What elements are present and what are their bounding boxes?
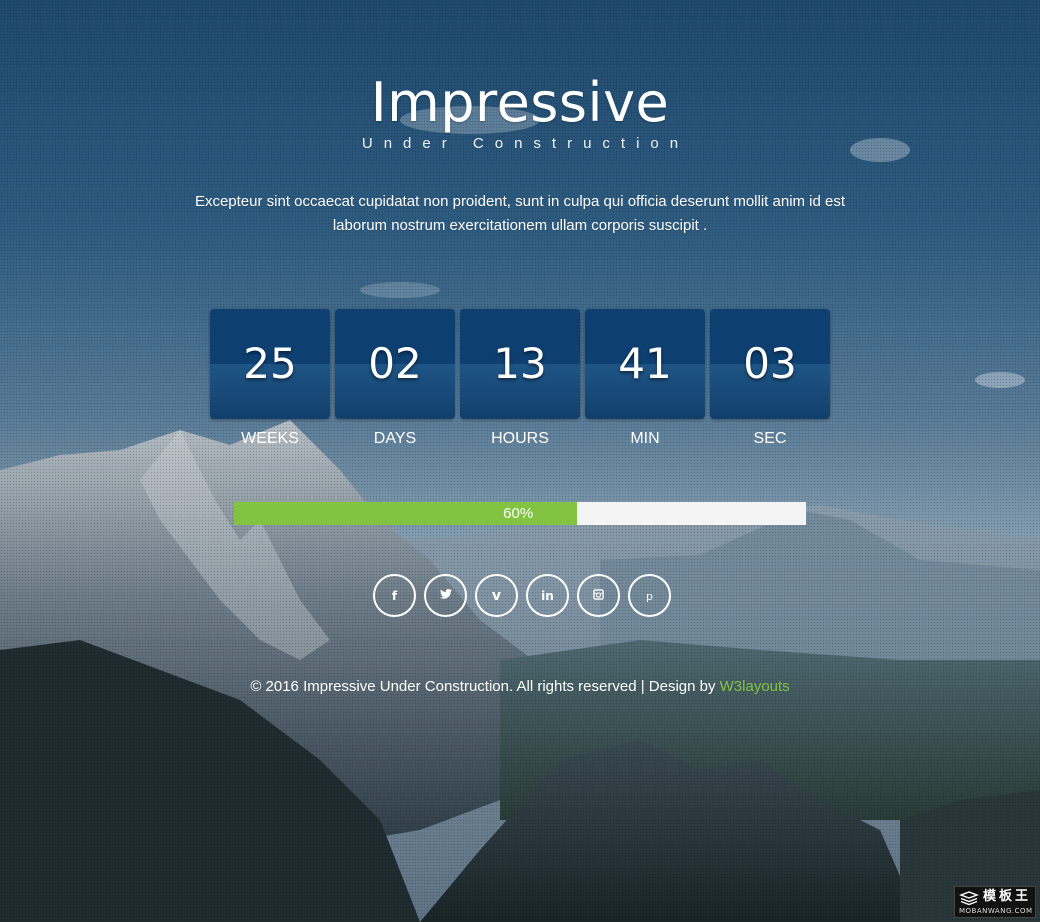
countdown-label: MIN	[630, 430, 660, 447]
countdown-weeks: 25 WEEKS	[210, 309, 330, 449]
twitter-link[interactable]	[424, 574, 467, 617]
countdown-timer: 25 WEEKS 02 DAYS 13 HOURS 41 MIN 03 SEC	[210, 309, 830, 459]
pinterest-icon: p	[646, 590, 653, 603]
footer-copyright: © 2016 Impressive Under Construction. Al…	[0, 676, 1040, 698]
countdown-box: 03	[710, 309, 830, 419]
instagram-icon	[593, 588, 604, 600]
watermark-sub-text: MOBANWANG.COM	[959, 907, 1033, 915]
stack-icon	[959, 891, 979, 905]
countdown-value: 13	[493, 339, 547, 388]
facebook-link[interactable]: f	[373, 574, 416, 617]
countdown-box: 13	[460, 309, 580, 419]
linkedin-link[interactable]: in	[526, 574, 569, 617]
countdown-value: 25	[243, 339, 297, 388]
linkedin-icon: in	[541, 589, 554, 603]
progress-percent: 60%	[503, 505, 534, 522]
countdown-value: 03	[743, 339, 797, 388]
progress-bar: 60%	[234, 502, 806, 525]
countdown-label: HOURS	[491, 430, 549, 447]
countdown-label: WEEKS	[241, 430, 299, 447]
countdown-box: 02	[335, 309, 455, 419]
countdown-box: 25	[210, 309, 330, 419]
countdown-value: 41	[618, 339, 672, 388]
countdown-label: DAYS	[373, 430, 417, 447]
footer-text: © 2016 Impressive Under Construction. Al…	[250, 678, 720, 695]
countdown-seconds: 03 SEC	[710, 309, 830, 449]
description-text: Excepteur sint occaecat cupidatat non pr…	[194, 193, 846, 234]
facebook-icon: f	[391, 589, 398, 603]
watermark-logo: 模板王 MOBANWANG.COM	[954, 886, 1036, 918]
countdown-days: 02 DAYS	[335, 309, 455, 449]
page-title: Impressive	[370, 71, 670, 134]
pinterest-link[interactable]: p	[628, 574, 671, 617]
progress-bar-fill: 60%	[234, 502, 578, 525]
watermark-main-text: 模板王	[983, 889, 1032, 904]
countdown-box: 41	[585, 309, 705, 419]
instagram-link[interactable]	[577, 574, 620, 617]
page-subtitle: Under Construction	[361, 135, 690, 152]
page-content: Impressive Under Construction Excepteur …	[0, 0, 1040, 922]
countdown-hours: 13 HOURS	[460, 309, 580, 449]
social-links: f v in p	[373, 574, 673, 618]
footer-design-link[interactable]: W3layouts	[720, 678, 790, 695]
countdown-minutes: 41 MIN	[585, 309, 705, 449]
twitter-icon	[439, 589, 452, 600]
vimeo-link[interactable]: v	[475, 574, 518, 617]
countdown-value: 02	[368, 339, 422, 388]
vimeo-icon: v	[491, 588, 502, 604]
countdown-label: SEC	[753, 430, 787, 447]
